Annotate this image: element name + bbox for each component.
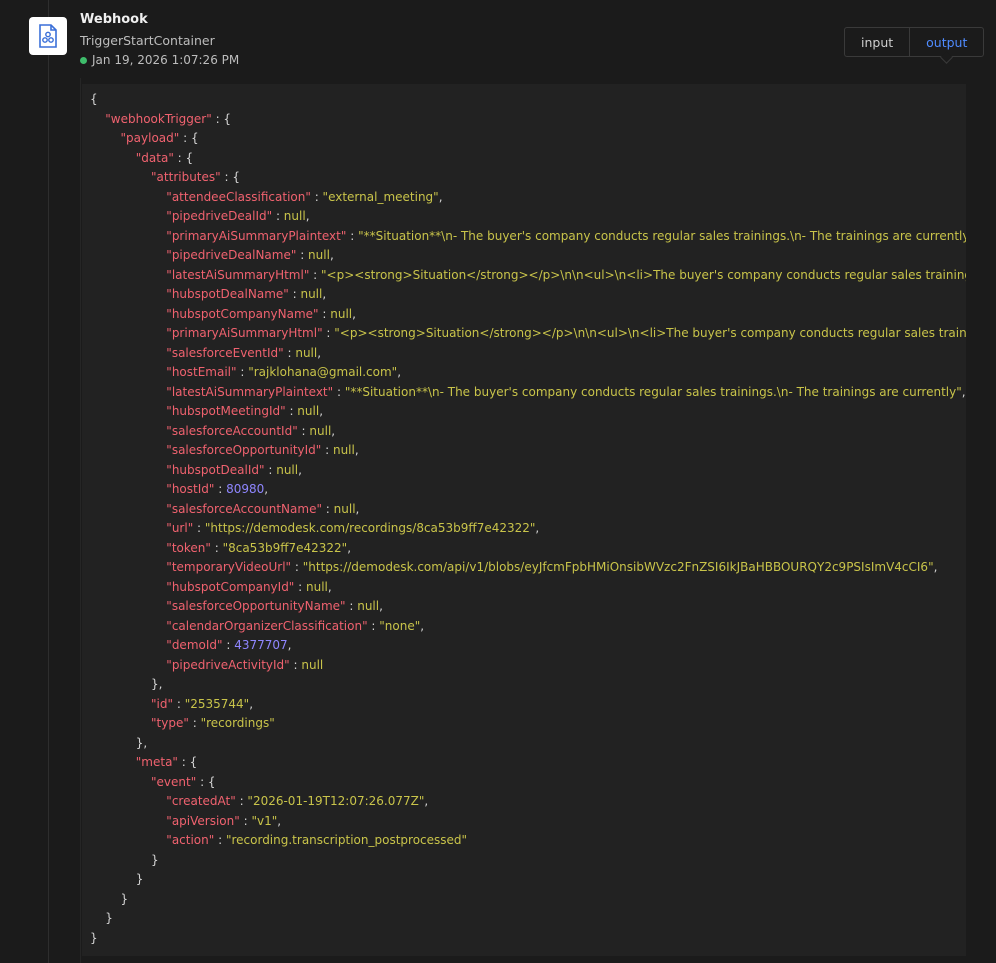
tab-output[interactable]: output bbox=[909, 28, 983, 56]
json-output-viewer[interactable]: { "webhookTrigger" : { "payload" : { "da… bbox=[82, 84, 966, 956]
node-title: Webhook bbox=[80, 12, 148, 27]
execution-timestamp: Jan 19, 2026 1:07:26 PM bbox=[80, 53, 239, 67]
status-dot bbox=[80, 56, 87, 64]
node-subtitle: TriggerStartContainer bbox=[80, 33, 215, 48]
tab-input[interactable]: input bbox=[845, 28, 909, 56]
webhook-icon bbox=[29, 17, 67, 55]
content-rail bbox=[80, 78, 81, 963]
json-content: { "webhookTrigger" : { "payload" : { "da… bbox=[90, 92, 966, 945]
io-tabs: input output bbox=[844, 27, 985, 57]
timeline-rail bbox=[48, 0, 49, 963]
timestamp-text: Jan 19, 2026 1:07:26 PM bbox=[92, 53, 240, 67]
